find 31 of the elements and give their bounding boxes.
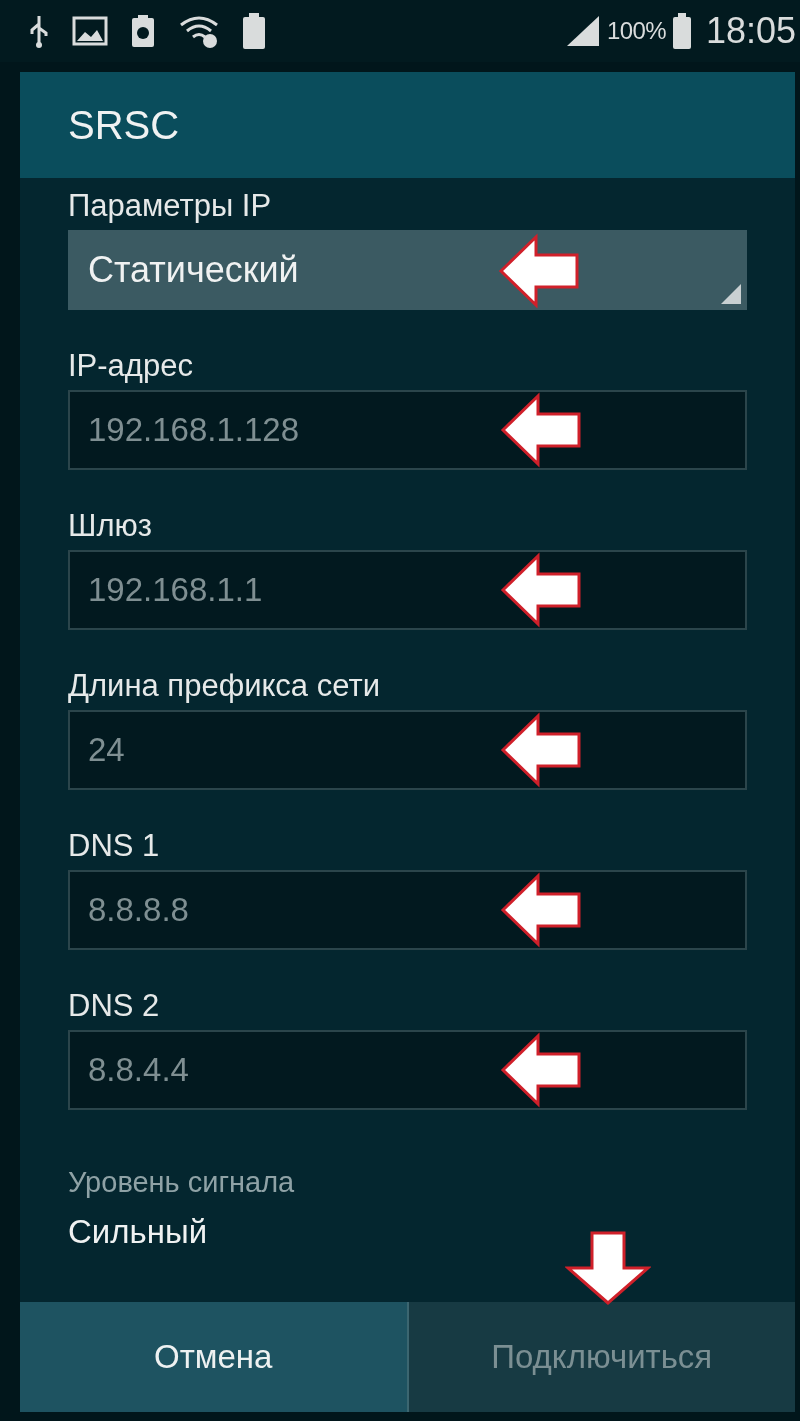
input-field[interactable]: 8.8.4.4	[68, 1030, 747, 1110]
battery-icon	[242, 12, 266, 50]
left-arrow-icon	[498, 233, 580, 309]
down-arrow-icon	[565, 1230, 651, 1306]
battery-percent: 100%	[606, 16, 666, 46]
left-arrow-icon	[500, 712, 582, 788]
input-field[interactable]: 8.8.8.8	[68, 870, 747, 950]
clock: 18:05	[705, 9, 796, 53]
left-arrow-icon	[500, 392, 582, 468]
field-label: DNS 2	[68, 987, 161, 1025]
left-arrow-icon	[500, 1032, 582, 1108]
input-field[interactable]: 192.168.1.1	[68, 550, 747, 630]
field-label: IP-адрес	[68, 347, 194, 385]
field-label: Длина префикса сети	[68, 667, 381, 705]
battery-icon	[671, 12, 692, 50]
ip-settings-dropdown[interactable]: Статический	[68, 230, 747, 310]
dialog-title: SRSC	[68, 102, 180, 149]
left-arrow-icon	[500, 872, 582, 948]
field-label: DNS 1	[68, 827, 161, 865]
cancel-button[interactable]: Отмена	[20, 1302, 407, 1412]
input-field[interactable]: 192.168.1.128	[68, 390, 747, 470]
field-label: Параметры IP	[68, 188, 273, 224]
signal-label: Уровень сигнала	[68, 1165, 296, 1200]
usb-icon	[28, 14, 50, 48]
field-label: Шлюз	[68, 507, 153, 545]
clipboard-icon	[130, 13, 156, 49]
signal-value: Сильный	[68, 1212, 209, 1252]
left-arrow-icon	[500, 552, 582, 628]
input-field[interactable]: 24	[68, 710, 747, 790]
dropdown-corner-icon	[721, 284, 741, 304]
image-icon	[72, 15, 108, 47]
